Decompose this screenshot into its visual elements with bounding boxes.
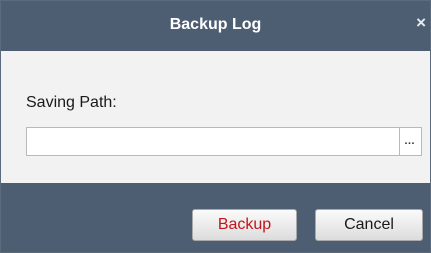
close-icon[interactable]: × — [416, 14, 426, 31]
dialog-titlebar: Backup Log × — [1, 1, 430, 51]
browse-button[interactable]: … — [400, 127, 422, 156]
backup-button[interactable]: Backup — [192, 209, 297, 241]
saving-path-input[interactable] — [26, 127, 400, 156]
dialog-footer: Backup Cancel — [1, 183, 430, 252]
ellipsis-icon: … — [404, 135, 415, 147]
saving-path-label: Saving Path: — [26, 94, 117, 111]
backup-log-dialog: Backup Log × Saving Path: … Backup Cance… — [0, 0, 431, 253]
dialog-title: Backup Log — [169, 16, 262, 33]
dialog-body: Saving Path: … — [1, 51, 430, 183]
cancel-button[interactable]: Cancel — [315, 209, 423, 241]
